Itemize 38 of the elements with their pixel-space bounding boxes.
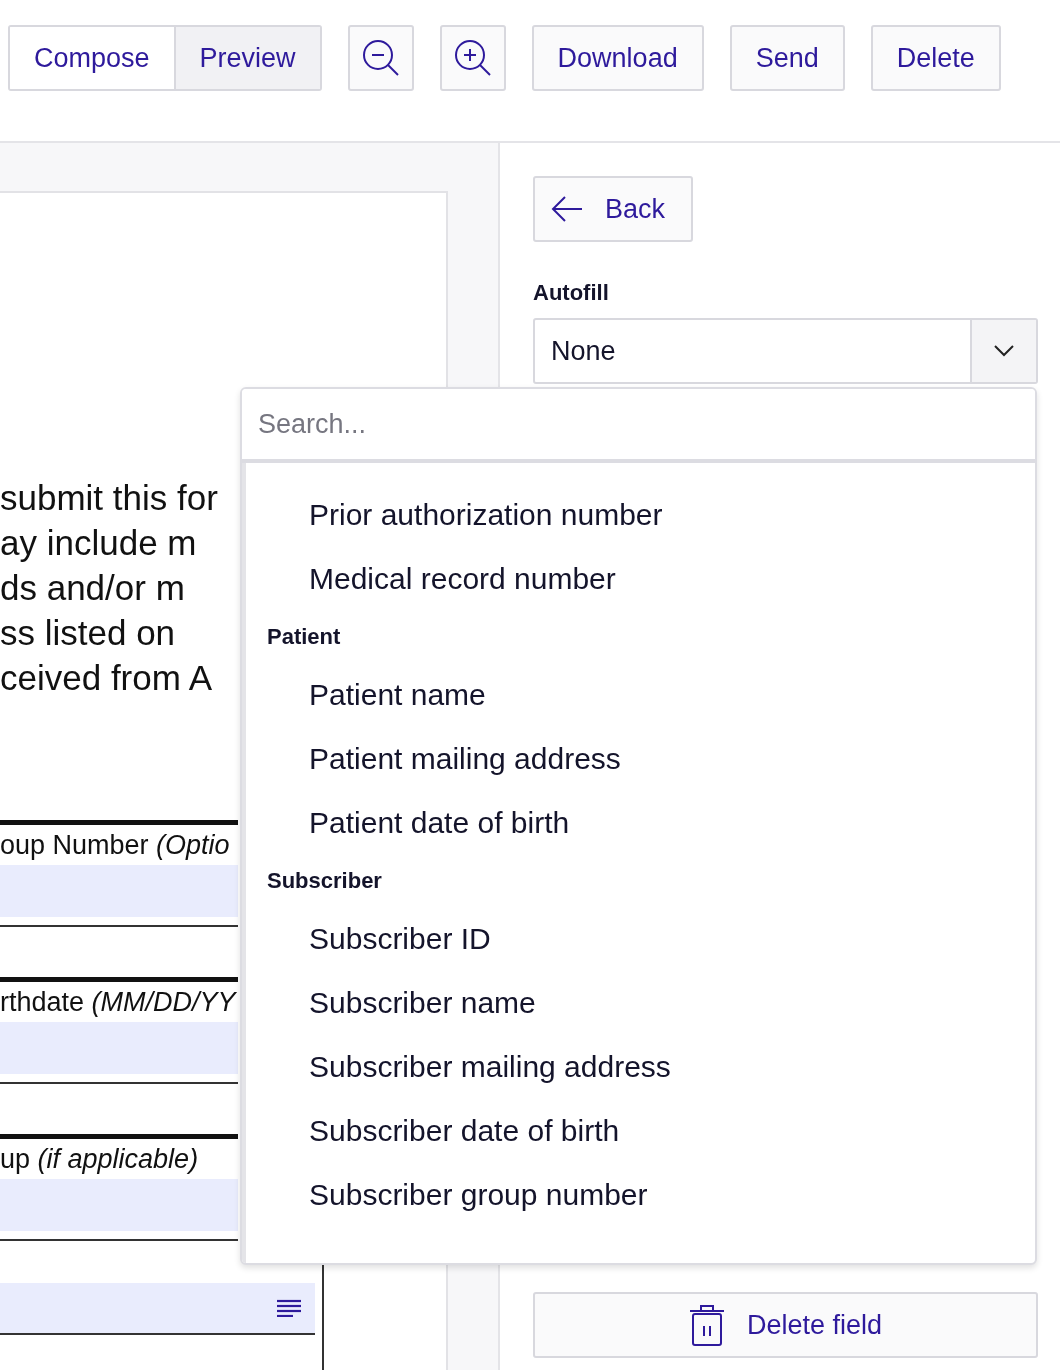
toolbar-button[interactable]: Download xyxy=(531,25,704,91)
dropdown-option[interactable]: Subscriber mailing address xyxy=(246,1035,1035,1099)
chevron-down-icon xyxy=(994,345,1014,357)
delete-field-button[interactable]: Delete field xyxy=(533,1292,1038,1358)
dropdown-option[interactable]: Subscriber name xyxy=(246,971,1035,1035)
toolbar-button[interactable]: Delete xyxy=(870,25,1001,91)
toolbar-button[interactable]: Send xyxy=(729,25,845,91)
form-field-label: up (if applicable) xyxy=(0,1143,199,1176)
option-group-heading: Patient xyxy=(266,623,342,651)
dropdown-option[interactable]: Prior authorization number xyxy=(246,483,1035,547)
form-input-field[interactable] xyxy=(0,865,238,917)
dropdown-option[interactable]: Subscriber ID xyxy=(246,907,1035,971)
zoom-in-icon xyxy=(452,38,493,78)
zoom-out-button[interactable] xyxy=(347,25,414,91)
select-value: None xyxy=(550,334,617,368)
dropdown-option[interactable]: Subscriber group number xyxy=(246,1163,1035,1227)
text-lines-icon xyxy=(277,1299,301,1317)
option-group-heading: Subscriber xyxy=(266,867,383,895)
left-arrow-icon xyxy=(551,195,583,223)
search-field[interactable]: Search... xyxy=(242,389,1035,463)
dropdown-option[interactable]: Patient mailing address xyxy=(246,727,1035,791)
document-paragraph: submit this for ay include m ds and/or m ss listed on ceived from A xyxy=(0,477,219,699)
dropdown-option[interactable]: Medical record number xyxy=(246,547,1035,611)
autofill-label: Autofill xyxy=(533,280,610,306)
autofill-select[interactable]: None xyxy=(533,318,1038,384)
form-field-label: rthdate (MM/DD/YY xyxy=(0,986,236,1019)
form-input-field[interactable] xyxy=(0,1179,238,1231)
dropdown-option[interactable]: Patient date of birth xyxy=(246,791,1035,855)
dropdown-option[interactable]: Subscriber date of birth xyxy=(246,1099,1035,1163)
zoom-out-icon xyxy=(360,38,401,78)
view-tab[interactable]: Preview xyxy=(173,27,320,89)
form-input-field[interactable] xyxy=(0,1283,315,1335)
trash-icon xyxy=(688,1304,725,1346)
form-input-field[interactable] xyxy=(0,1022,238,1074)
dropdown-option[interactable]: Patient name xyxy=(246,663,1035,727)
form-field-label: oup Number (Optio xyxy=(0,829,230,862)
zoom-in-button[interactable] xyxy=(439,25,506,91)
back-button[interactable]: Back xyxy=(533,176,694,242)
